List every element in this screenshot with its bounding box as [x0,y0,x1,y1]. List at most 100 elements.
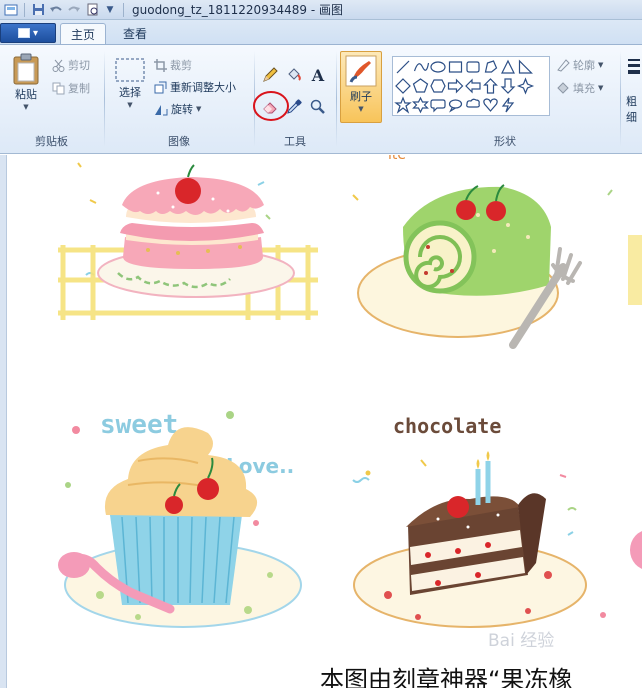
fill-tool[interactable] [284,65,304,85]
scissors-icon [52,59,65,72]
tab-home[interactable]: 主页 [60,23,106,44]
oval-callout-shape-icon[interactable] [448,99,463,113]
down-arrow-shape-icon[interactable] [500,78,516,94]
resize-label: 重新调整大小 [170,81,236,94]
redo-icon[interactable] [67,3,81,17]
diamond-shape-icon[interactable] [395,78,411,94]
lightning-shape-icon[interactable] [501,97,515,113]
group-separator [336,51,337,147]
customize-toolbar-icon[interactable]: ▼ [103,3,117,17]
outline-icon [556,58,570,72]
strawberry-cake [58,164,318,320]
partial-right-cake [628,235,642,569]
five-point-star-shape-icon[interactable] [394,96,412,114]
chevron-down-icon: ▼ [598,84,604,92]
shapes-group-label: 形状 [494,135,516,148]
resize-button[interactable]: 重新调整大小 [154,79,236,95]
chevron-down-icon: ▼ [598,61,604,69]
magnifier-tool[interactable] [308,97,328,117]
polygon-shape-icon[interactable] [484,60,498,73]
pencil-icon [262,67,278,83]
size-label-1: 粗 [626,95,637,108]
crop-button[interactable]: 裁剪 [154,57,192,73]
size-icon[interactable] [628,59,640,74]
up-arrow-shape-icon[interactable] [483,78,498,94]
fill-bucket-icon [286,67,302,83]
chevron-down-icon: ▾ [32,27,39,39]
resize-icon [154,81,167,94]
four-point-star-shape-icon[interactable] [516,77,535,95]
right-arrow-shape-icon[interactable] [447,78,464,94]
shapes-gallery[interactable]: ▲ ▼ ▼ [392,56,550,116]
application-menu-button[interactable]: ▾ [0,23,56,43]
tab-view[interactable]: 查看 [112,23,158,44]
canvas-left-margin [0,155,7,688]
clipboard-group-label: 剪贴板 [35,135,68,148]
copy-button[interactable]: 复制 [52,80,90,96]
select-rectangle-icon [114,57,146,83]
print-preview-icon[interactable] [85,3,99,17]
pentagon-shape-icon[interactable] [412,78,429,93]
fill-button[interactable]: 填充 ▼ [556,80,603,96]
copy-label: 复制 [68,82,90,95]
outline-button[interactable]: 轮廓 ▼ [556,57,603,73]
tools-group-label: 工具 [284,135,306,148]
line-shape-icon[interactable] [396,60,410,74]
shapes-gallery-icons [394,59,535,114]
rounded-callout-shape-icon[interactable] [430,99,446,113]
canvas-image[interactable]: ite sweet Love.. chocolate [8,147,642,688]
group-separator [104,51,105,147]
curve-shape-icon[interactable] [413,62,430,72]
rotate-button[interactable]: 旋转 ▼ [154,101,201,117]
brushes-button[interactable]: 刷子 ▼ [340,51,382,123]
hexagon-shape-icon[interactable] [430,79,446,93]
overlay-caption: 本图由刻章神器“果冻橡 [320,666,573,688]
undo-icon[interactable] [49,3,63,17]
crop-label: 裁剪 [170,59,192,72]
clipboard-icon [12,53,40,85]
left-arrow-shape-icon[interactable] [465,78,481,94]
app-icon [4,3,18,17]
top-partial-text: ite [388,155,406,163]
six-point-star-shape-icon[interactable] [412,96,429,114]
right-triangle-shape-icon[interactable] [518,59,533,74]
copy-icon [52,82,65,95]
brush-icon [345,55,377,87]
canvas-area[interactable]: ite sweet Love.. chocolate [0,147,642,688]
image-group: 选择 ▼ 裁剪 重新调整大小 旋转 ▼ 图像 [106,49,252,151]
fill-bucket-icon [556,81,570,95]
cake-illustration: ite sweet Love.. chocolate [58,147,642,628]
eraser-highlight-circle [253,91,289,121]
select-button[interactable]: 选择 ▼ [112,57,148,123]
triangle-shape-icon[interactable] [501,59,515,74]
text-tool[interactable]: A [308,65,328,85]
chevron-down-icon: ▼ [358,105,364,113]
brushes-group: 刷子 ▼ [338,49,386,151]
clipboard-group: 粘贴 ▼ 剪切 复制 剪贴板 [0,49,103,151]
paste-label: 粘贴 [15,88,37,101]
pencil-tool[interactable] [260,65,280,85]
magnifier-icon [310,99,326,115]
cut-label: 剪切 [68,59,90,72]
separator [123,2,124,17]
heart-shape-icon[interactable] [483,98,498,112]
cloud-callout-shape-icon[interactable] [466,98,480,108]
brushes-label: 刷子 [350,90,372,103]
group-separator [620,51,621,147]
cut-button[interactable]: 剪切 [52,57,90,73]
chevron-down-icon: ▼ [196,105,202,113]
chevron-down-icon: ▼ [23,103,29,111]
rounded-rectangle-shape-icon[interactable] [466,61,480,73]
paste-button[interactable]: 粘贴 ▼ [8,53,44,123]
chocolate-text: chocolate [393,414,501,438]
fill-label: 填充 [573,82,595,95]
rectangle-shape-icon[interactable] [448,61,463,73]
oval-shape-icon[interactable] [430,61,446,73]
baidu-watermark: Bai 经验 [488,631,555,651]
outline-label: 轮廓 [573,59,595,72]
size-group: 粗 细 [624,49,642,151]
ribbon-tab-row: ▾ 主页 查看 [0,20,642,44]
select-label: 选择 [119,86,141,99]
document-icon [17,28,30,38]
save-icon[interactable] [31,3,45,17]
